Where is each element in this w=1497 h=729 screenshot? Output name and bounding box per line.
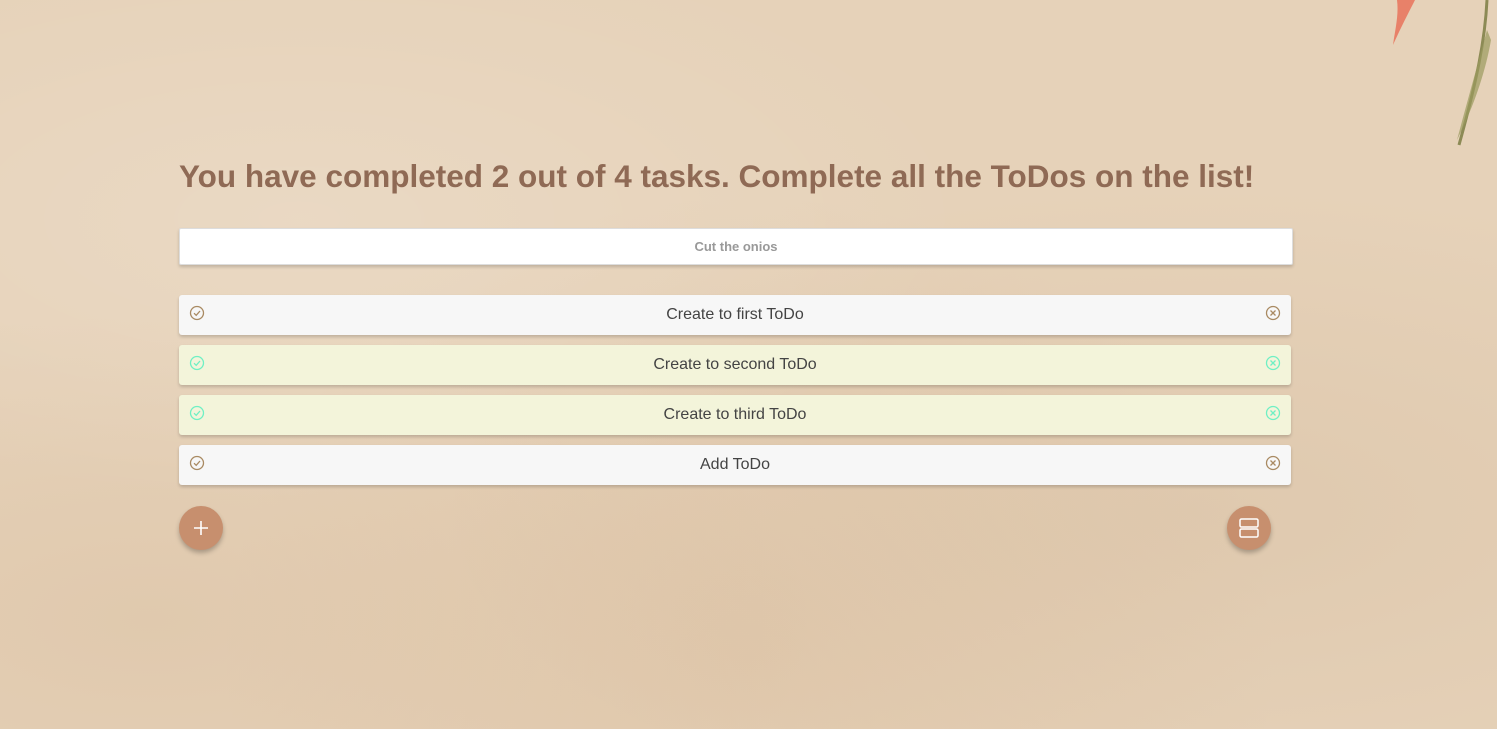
todo-list: Create to first ToDo Create to second To… xyxy=(179,295,1291,495)
close-circle-icon[interactable] xyxy=(1265,355,1281,371)
todo-label: Create to third ToDo xyxy=(663,406,807,423)
todo-label: Create to second ToDo xyxy=(653,356,817,373)
add-todo-button[interactable] xyxy=(179,506,223,550)
toggle-layout-button[interactable] xyxy=(1227,506,1271,550)
plus-icon xyxy=(194,521,208,535)
leaf-decoration xyxy=(1393,0,1491,146)
todo-label: Add ToDo xyxy=(700,456,770,473)
todo-item: Add ToDo xyxy=(179,445,1291,485)
todo-label: Create to first ToDo xyxy=(666,306,804,323)
check-circle-icon[interactable] xyxy=(189,305,205,321)
new-todo-input[interactable] xyxy=(179,228,1293,265)
close-circle-icon[interactable] xyxy=(1265,305,1281,321)
todo-item: Create to second ToDo xyxy=(179,345,1291,385)
check-circle-icon[interactable] xyxy=(189,355,205,371)
layout-rows-icon xyxy=(1239,518,1259,538)
todo-item: Create to first ToDo xyxy=(179,295,1291,335)
check-circle-icon[interactable] xyxy=(189,455,205,471)
close-circle-icon[interactable] xyxy=(1265,405,1281,421)
todo-item: Create to third ToDo xyxy=(179,395,1291,435)
check-circle-icon[interactable] xyxy=(189,405,205,421)
close-circle-icon[interactable] xyxy=(1265,455,1281,471)
page-title: You have completed 2 out of 4 tasks. Com… xyxy=(179,158,1255,194)
